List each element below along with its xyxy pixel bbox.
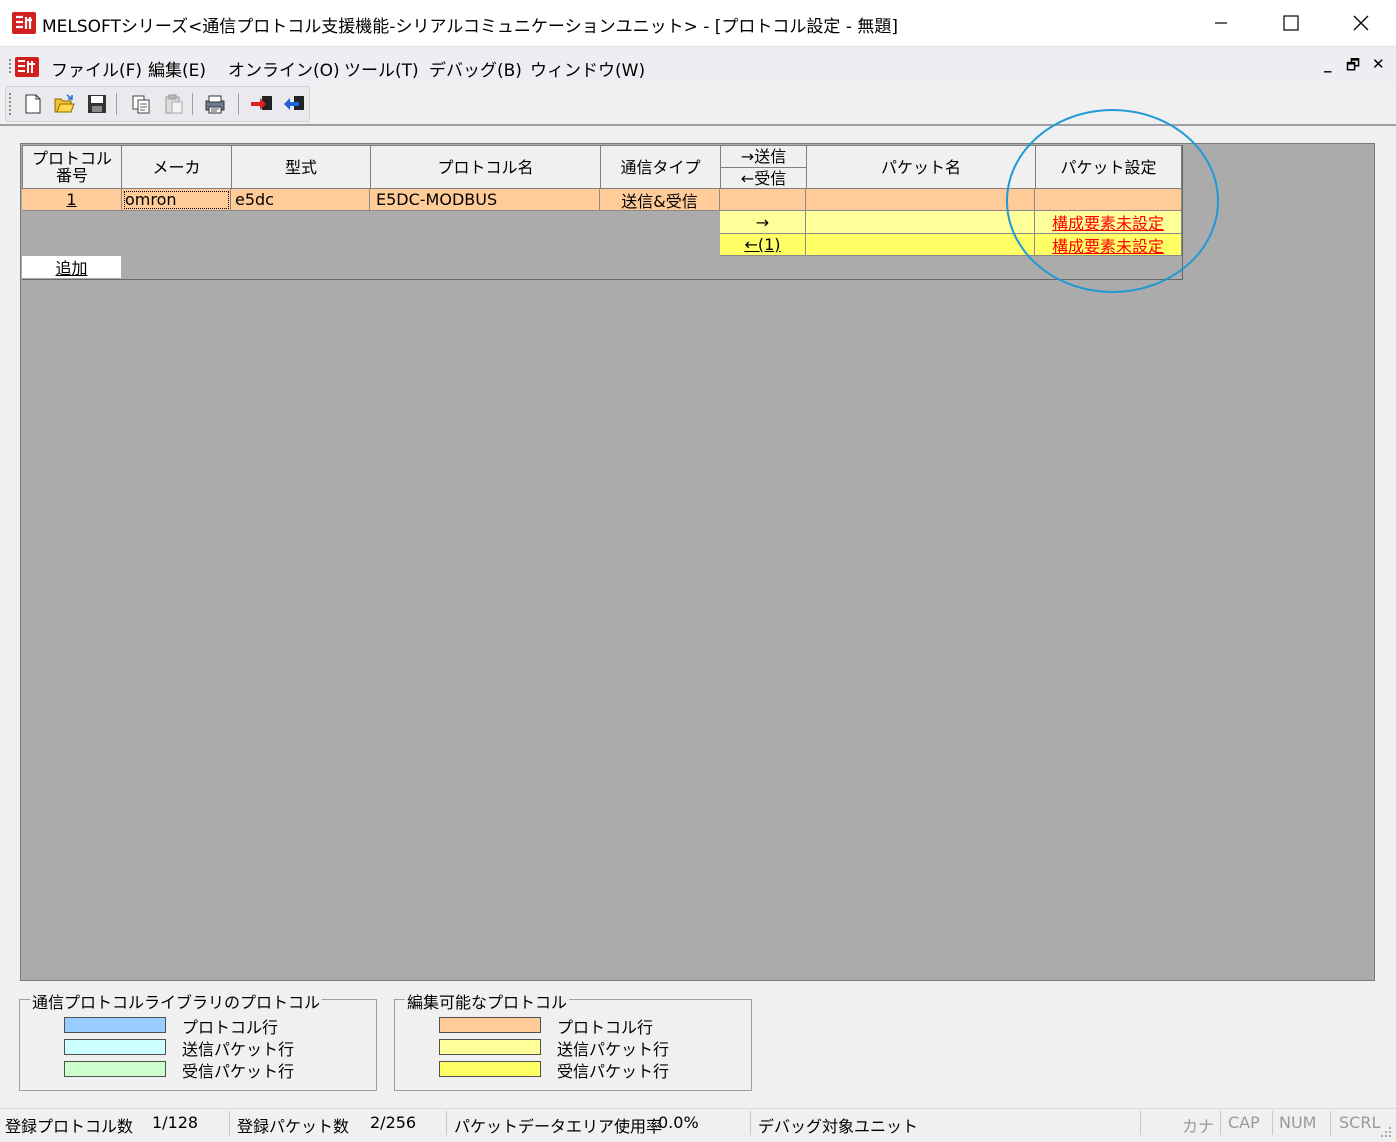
status-divider (229, 1111, 230, 1135)
maker-cell[interactable]: omron (122, 189, 231, 211)
status-cap-indicator: CAP (1228, 1113, 1260, 1132)
recv-packet-name-cell[interactable] (806, 234, 1035, 256)
melsoft-logo-icon (12, 12, 36, 34)
status-divider (1272, 1111, 1273, 1135)
legend-editable-protocol-label: プロトコル行 (557, 1018, 654, 1037)
mdi-document-icon[interactable] (8, 56, 40, 78)
legend-library-recv-swatch (64, 1061, 166, 1077)
status-divider (1330, 1111, 1331, 1135)
annotation-circle (1006, 109, 1219, 293)
legend-library-recv-label: 受信パケット行 (182, 1062, 295, 1081)
header-receive: ←受信 (720, 167, 807, 189)
menu-online[interactable]: オンライン(O) (228, 56, 340, 81)
mdi-close-button[interactable]: ✕ (1372, 55, 1385, 73)
minimize-button[interactable] (1186, 0, 1256, 46)
grid-bottom-border (22, 279, 1183, 280)
send-direction-cell[interactable]: → (720, 211, 806, 234)
write-icon[interactable] (250, 93, 272, 115)
protocol-no-cell[interactable]: 1 (22, 189, 122, 211)
header-packet-name: パケット名 (806, 145, 1036, 189)
legend-editable-recv-label: 受信パケット行 (557, 1062, 670, 1081)
status-divider (446, 1111, 447, 1135)
status-packet-count-label: 登録パケット数 (237, 1117, 350, 1136)
legend-editable-protocol-swatch (439, 1017, 541, 1033)
toolbar-separator (238, 93, 239, 115)
header-send: →送信 (720, 145, 807, 168)
mdi-restore-button[interactable]: 🗗 (1346, 55, 1360, 80)
status-protocol-count-label: 登録プロトコル数 (5, 1117, 134, 1136)
status-divider (1140, 1111, 1141, 1135)
toolbar (5, 86, 310, 122)
window-title: MELSOFTシリーズ<通信プロトコル支援機能-シリアルコミュニケーションユニッ… (42, 17, 898, 37)
legend-library-protocol-label: プロトコル行 (182, 1018, 279, 1037)
legend-editable-recv-swatch (439, 1061, 541, 1077)
save-icon[interactable] (86, 93, 108, 115)
legend-editable-send-label: 送信パケット行 (557, 1040, 670, 1059)
toolbar-grip[interactable] (9, 93, 12, 115)
menu-window[interactable]: ウィンドウ(W) (530, 56, 645, 81)
status-kana-indicator: カナ (1182, 1117, 1215, 1136)
header-model: 型式 (231, 145, 371, 189)
send-packet-name-cell[interactable] (806, 211, 1035, 234)
status-divider (1220, 1111, 1221, 1135)
maximize-button[interactable] (1256, 0, 1326, 46)
protocol-name-cell[interactable]: E5DC-MODBUS (370, 189, 600, 211)
legend-library-send-label: 送信パケット行 (182, 1040, 295, 1059)
status-area-usage-label: パケットデータエリア使用率 (454, 1117, 663, 1136)
print-icon[interactable] (204, 93, 226, 115)
add-protocol-button[interactable]: 追加 (22, 256, 121, 278)
status-debug-target: デバッグ対象ユニット (758, 1117, 919, 1136)
mdi-minimize-button[interactable]: _ (1324, 55, 1332, 73)
status-bar: 登録プロトコル数 1/128 登録パケット数 2/256 パケットデータエリア使… (0, 1108, 1396, 1137)
menu-file[interactable]: ファイル(F) (51, 56, 142, 81)
close-button[interactable] (1326, 0, 1396, 46)
header-maker: メーカ (121, 145, 232, 189)
direction-cell[interactable] (720, 189, 806, 211)
read-icon[interactable] (282, 93, 304, 115)
header-comm-type: 通信タイプ (600, 145, 721, 189)
legend-editable-title: 編集可能なプロトコル (405, 989, 570, 1013)
new-icon[interactable] (22, 93, 44, 115)
header-protocol-name: プロトコル名 (370, 145, 601, 189)
paste-icon[interactable] (163, 93, 185, 115)
status-divider (750, 1111, 751, 1135)
legend-library-protocol-swatch (64, 1017, 166, 1033)
status-scrl-indicator: SCRL (1339, 1113, 1381, 1132)
recv-direction-cell[interactable]: ←(1) (720, 234, 806, 256)
menu-debug[interactable]: デバッグ(B) (429, 56, 522, 81)
status-area-usage: 0.0% (658, 1113, 699, 1132)
status-packet-count: 2/256 (370, 1113, 417, 1132)
menu-edit[interactable]: 編集(E) (148, 56, 206, 81)
status-num-indicator: NUM (1279, 1113, 1317, 1132)
packet-name-cell[interactable] (806, 189, 1035, 211)
toolbar-separator (192, 93, 193, 115)
status-protocol-count: 1/128 (152, 1113, 199, 1132)
title-bar: MELSOFTシリーズ<通信プロトコル支援機能-シリアルコミュニケーションユニッ… (0, 0, 1396, 47)
menu-bar: ファイル(F) 編集(E) オンライン(O) ツール(T) デバッグ(B) ウィ… (0, 47, 1396, 85)
open-icon[interactable] (53, 93, 75, 115)
legend-library-title: 通信プロトコルライブラリのプロトコル (30, 989, 323, 1013)
legend-editable-send-swatch (439, 1039, 541, 1055)
header-protocol-no: プロトコル 番号 (22, 145, 122, 189)
comm-type-cell[interactable]: 送信&受信 (600, 189, 720, 211)
resize-grip-icon[interactable] (1380, 1123, 1392, 1137)
model-cell[interactable]: e5dc (231, 189, 370, 211)
legend-library-send-swatch (64, 1039, 166, 1055)
copy-icon[interactable] (130, 93, 152, 115)
toolbar-separator (116, 93, 117, 115)
menu-tools[interactable]: ツール(T) (344, 56, 419, 81)
